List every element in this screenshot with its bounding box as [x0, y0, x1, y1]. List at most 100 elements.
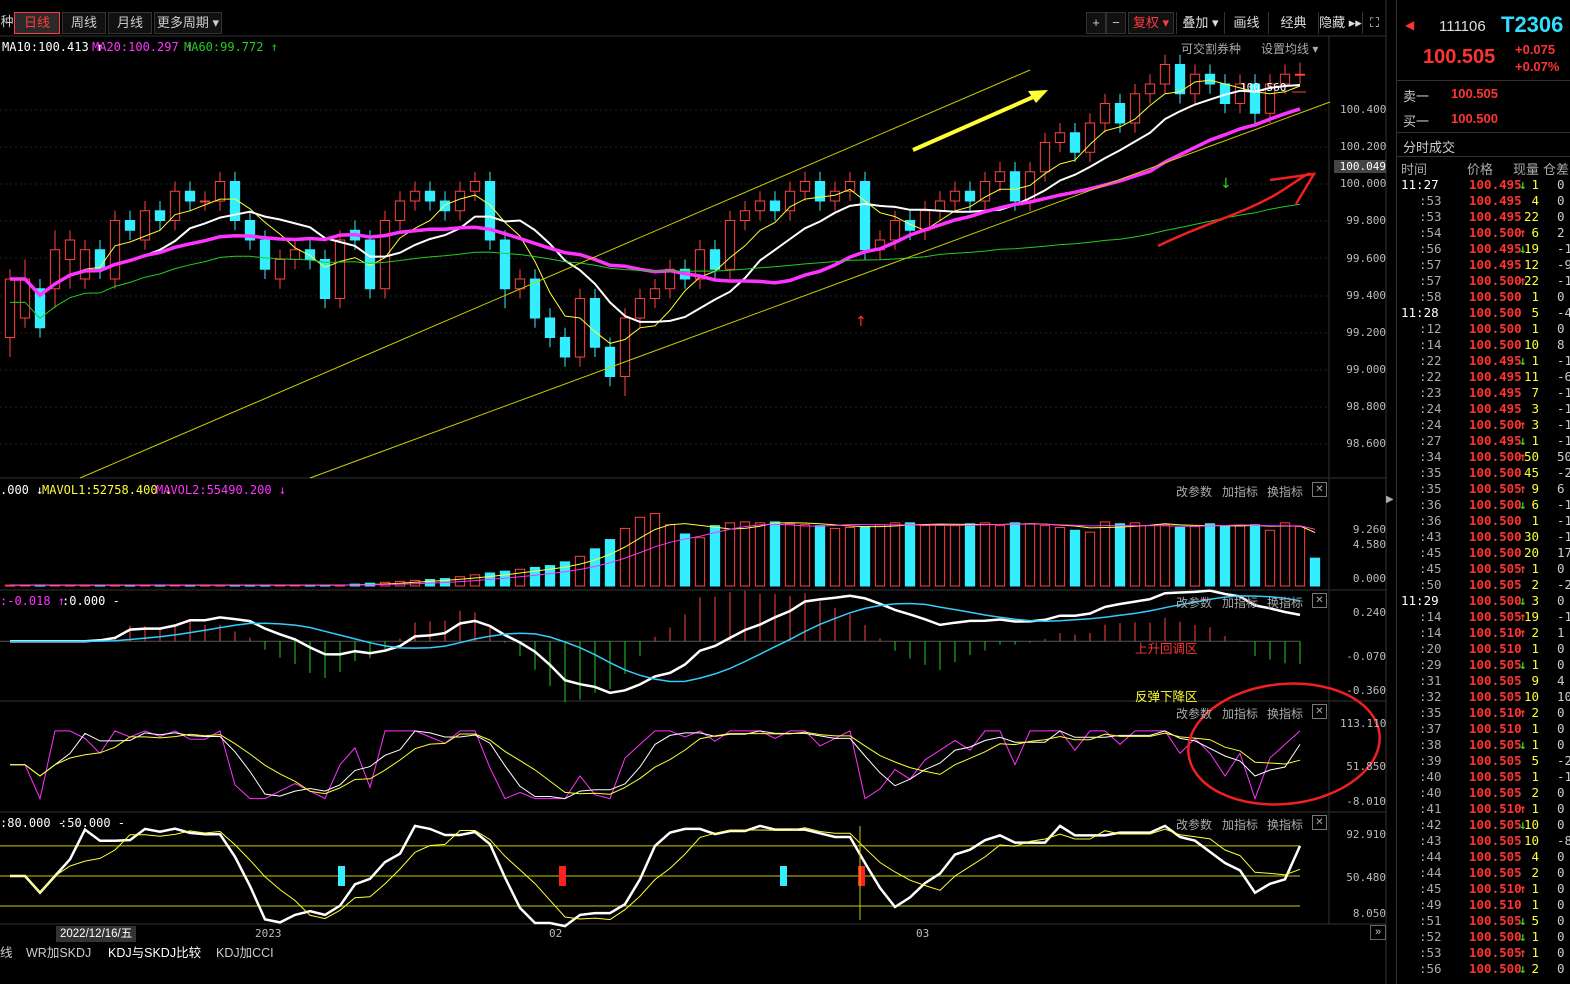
tick-row[interactable]: :57100.500↑22-10 — [1397, 273, 1570, 289]
tick-row[interactable]: :35 100.510 ↑ 2 0 — [1397, 705, 1570, 721]
tick-row[interactable]: :37 100.510 1 0 — [1397, 721, 1570, 737]
zoom-out-button[interactable]: − — [1106, 12, 1126, 34]
tick-row[interactable]: :51 100.505 ↓ 5 0 — [1397, 913, 1570, 929]
tick-row[interactable]: :52 100.500 ↓ 1 0 — [1397, 929, 1570, 945]
ma-settings-dropdown[interactable]: 设置均线 ▾ — [1261, 40, 1318, 57]
tick-row[interactable]: :27 100.495 ↓ 1 -1 — [1397, 433, 1570, 449]
tick-row[interactable]: :43 100.50030 -16 — [1397, 529, 1570, 545]
tick-row[interactable]: :20 100.510 1 0 — [1397, 641, 1570, 657]
period-tab-weekly[interactable]: 周线 — [62, 12, 106, 34]
zoom-in-button[interactable]: + — [1086, 12, 1106, 34]
bottom-tab-cut[interactable]: 线 — [0, 942, 13, 961]
rebound-decline-zone-label: 反弹下降区 — [1135, 690, 1198, 704]
bottom-tab-kdj-skdj[interactable]: KDJ与SKDJ比较 — [108, 942, 201, 961]
hide-button[interactable]: 隐藏 ▸▸ — [1318, 12, 1362, 34]
tick-row[interactable]: :14100.505↑19-11 — [1397, 609, 1570, 625]
close-panel-icon-2[interactable]: ✕ — [1312, 593, 1327, 608]
close-panel-icon-3[interactable]: ✕ — [1312, 704, 1327, 719]
tick-row[interactable]: :24 100.495 3 -1 — [1397, 401, 1570, 417]
params-button-4[interactable]: 改参数 — [1176, 816, 1212, 833]
tick-row[interactable]: :40 100.505 2 0 — [1397, 785, 1570, 801]
classic-button[interactable]: 经典 — [1268, 12, 1318, 34]
fuquan-dropdown[interactable]: 复权 ▾ — [1128, 12, 1174, 34]
tick-row[interactable]: :38 100.505 ↓ 1 0 — [1397, 737, 1570, 753]
tick-row[interactable]: :42 100.505 ↓ 10 0 — [1397, 817, 1570, 833]
tick-row[interactable]: :14 100.510 ↑ 2 1 — [1397, 625, 1570, 641]
swap-indicator-button-2[interactable]: 换指标 — [1267, 594, 1303, 611]
tick-row[interactable]: :12 100.500 1 0 — [1397, 321, 1570, 337]
tick-row[interactable]: :41 100.510 ↑ 1 0 — [1397, 801, 1570, 817]
overlay-dropdown[interactable]: 叠加 ▾ — [1176, 12, 1224, 34]
tick-oi: 0 — [1557, 193, 1565, 208]
tick-row[interactable]: :34 100.500 ↑ 50 50 — [1397, 449, 1570, 465]
kdj-legend-a: :80.000 - — [0, 816, 66, 830]
tick-row[interactable]: :32 100.505 10 10 — [1397, 689, 1570, 705]
tick-row[interactable]: :44 100.505 4 0 — [1397, 849, 1570, 865]
tick-row[interactable]: :44 100.505 2 0 — [1397, 865, 1570, 881]
tick-time: :14 — [1419, 337, 1442, 352]
draw-line-button[interactable]: 画线 — [1224, 12, 1268, 34]
swap-indicator-button-1[interactable]: 换指标 — [1267, 483, 1303, 500]
more-periods-dropdown[interactable]: 更多周期 ▾ — [154, 12, 222, 34]
params-button-1[interactable]: 改参数 — [1176, 483, 1212, 500]
tick-row[interactable]: :45 100.510 ↑ 1 0 — [1397, 881, 1570, 897]
tick-volume: 3 — [1531, 401, 1539, 416]
tick-row[interactable]: :49 100.510 1 0 — [1397, 897, 1570, 913]
bottom-tab-wr-skdj[interactable]: WR加SKDJ — [26, 942, 91, 961]
tick-row[interactable]: :23 100.495 7 -1 — [1397, 385, 1570, 401]
tick-row[interactable]: :57 100.495 12 -9 — [1397, 257, 1570, 273]
contract-symbol: T2306 — [1501, 12, 1564, 37]
tick-row[interactable]: :39 100.505 5 -2 — [1397, 753, 1570, 769]
tick-row[interactable]: :24 100.500 ↑ 3 -1 — [1397, 417, 1570, 433]
fullscreen-icon[interactable]: ⛶ — [1362, 12, 1386, 34]
tick-time: :35 — [1419, 705, 1442, 720]
tick-row[interactable]: :22 100.495 ↓ 1 -1 — [1397, 353, 1570, 369]
tick-row[interactable]: 11:28 100.500 5 -4 — [1397, 305, 1570, 321]
collapse-handle-icon[interactable]: ▶ — [1386, 490, 1396, 510]
tick-row[interactable]: :31 100.505 9 4 — [1397, 673, 1570, 689]
add-indicator-button-4[interactable]: 加指标 — [1222, 816, 1258, 833]
tick-oi: -10 — [1557, 273, 1570, 288]
tick-row[interactable]: :58 100.500 1 0 — [1397, 289, 1570, 305]
tick-row[interactable]: :56100.495↓19-16 — [1397, 241, 1570, 257]
tick-row[interactable]: :45 100.505 ↑ 1 0 — [1397, 561, 1570, 577]
swap-indicator-button-3[interactable]: 换指标 — [1267, 705, 1303, 722]
tick-row[interactable]: :56 100.500 ↓ 2 0 — [1397, 961, 1570, 977]
tick-row[interactable]: :29 100.505 ↓ 1 0 — [1397, 657, 1570, 673]
period-tab-daily[interactable]: 日线 — [14, 12, 60, 34]
period-tab-monthly[interactable]: 月线 — [108, 12, 152, 34]
tick-row[interactable]: :53 100.495 4 0 — [1397, 193, 1570, 209]
tick-row[interactable]: 11:29 100.500 ↓ 3 0 — [1397, 593, 1570, 609]
params-button-2[interactable]: 改参数 — [1176, 594, 1212, 611]
scroll-right-button[interactable]: » — [1370, 925, 1386, 940]
params-button-3[interactable]: 改参数 — [1176, 705, 1212, 722]
swap-indicator-button-4[interactable]: 换指标 — [1267, 816, 1303, 833]
tick-row[interactable]: :35 100.50045 -22 — [1397, 465, 1570, 481]
tick-row[interactable]: :14 100.500 10 8 — [1397, 337, 1570, 353]
tick-row[interactable]: :43 100.505 10 -8 — [1397, 833, 1570, 849]
add-indicator-button-1[interactable]: 加指标 — [1222, 483, 1258, 500]
tick-row[interactable]: :54 100.500 ↑ 6 2 — [1397, 225, 1570, 241]
add-indicator-button-2[interactable]: 加指标 — [1222, 594, 1258, 611]
tick-list[interactable]: 11:27 100.495 ↓ 1 0:53 100.495 4 0:53 100.495 22 0… — [1397, 177, 1570, 984]
add-indicator-button-3[interactable]: 加指标 — [1222, 705, 1258, 722]
tick-row[interactable]: :53 100.505 ↑ 1 0 — [1397, 945, 1570, 961]
tick-volume: 2 — [1531, 577, 1539, 592]
tick-row[interactable]: :36 100.500 1 -1 — [1397, 513, 1570, 529]
close-panel-icon-1[interactable]: ✕ — [1312, 482, 1327, 497]
tick-row[interactable]: :40 100.505 1 -1 — [1397, 769, 1570, 785]
tick-row[interactable]: :36 100.500 ↓ 6 -1 — [1397, 497, 1570, 513]
tick-row[interactable]: :22 100.495 11 -6 — [1397, 369, 1570, 385]
tick-row[interactable]: :35 100.505 ↑ 9 6 — [1397, 481, 1570, 497]
tick-row[interactable]: 11:27 100.495 ↓ 1 0 — [1397, 177, 1570, 193]
tick-row[interactable]: :45 100.500 20 17 — [1397, 545, 1570, 561]
x-tick-02: 02 — [549, 927, 563, 940]
period-tab-cut[interactable]: 种 — [0, 12, 14, 34]
deliverable-bonds-link[interactable]: 可交割券种 — [1181, 40, 1241, 57]
prev-arrow-icon[interactable]: ◀ — [1405, 18, 1414, 32]
tick-row[interactable]: :50 100.505 2 -2 — [1397, 577, 1570, 593]
tick-row[interactable]: :53 100.495 22 0 — [1397, 209, 1570, 225]
close-panel-icon-4[interactable]: ✕ — [1312, 815, 1327, 830]
bottom-tab-kdj-cci[interactable]: KDJ加CCI — [216, 942, 274, 961]
y-tick-main-9: 98.800 — [1346, 400, 1386, 413]
